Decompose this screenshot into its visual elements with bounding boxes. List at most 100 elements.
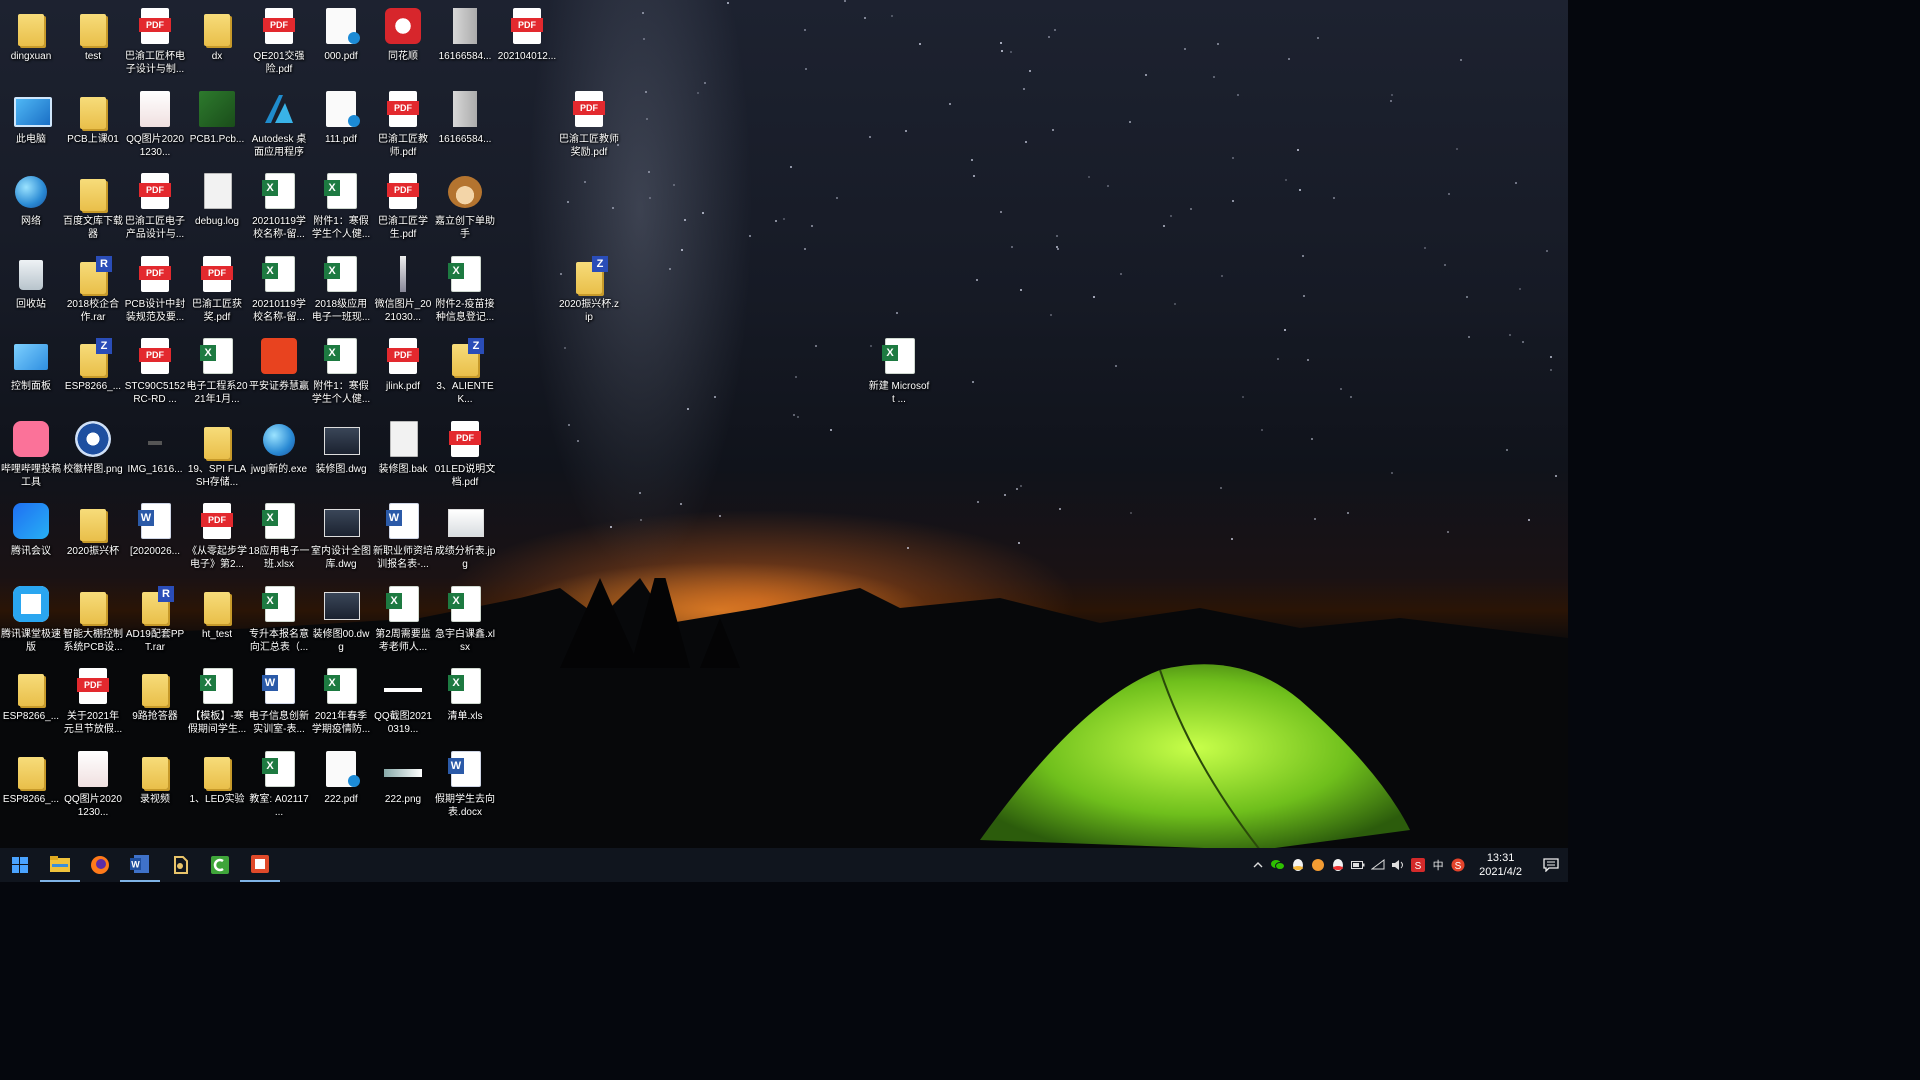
desktop-icon[interactable]: PDF PCB设计中封装规范及要... [124,252,186,324]
desktop-icon[interactable]: 16166584... [434,87,496,146]
desktop-icon[interactable]: PDF 巴渝工匠学生.pdf [372,169,434,241]
desktop-icon[interactable]: PDF QE201交强险.pdf [248,4,310,76]
desktop-icon[interactable]: 222.pdf [310,747,372,806]
desktop-icon[interactable]: 装修图.dwg [310,417,372,476]
desktop-icon[interactable]: X 20210119学校名称-留... [248,252,310,324]
desktop-icon[interactable]: 腾讯课堂极速版 [0,582,62,654]
desktop-icon[interactable]: 室内设计全图库.dwg [310,499,372,571]
desktop-icon[interactable]: test [62,4,124,63]
desktop-icon[interactable]: 录视频 [124,747,186,806]
desktop-icon[interactable]: Z 3、ALIENTEK... [434,334,496,406]
desktop-icon[interactable]: W 假期学生去向表.docx [434,747,496,819]
app-button-3[interactable] [240,848,280,882]
qq-icon-2[interactable] [1331,858,1345,872]
app-button-2[interactable] [200,848,240,882]
desktop-icon[interactable]: 装修图00.dwg [310,582,372,654]
desktop-icon[interactable]: W 新职业师资培训报名表-... [372,499,434,571]
desktop-icon[interactable]: X 急宇白课鑫.xlsx [434,582,496,654]
desktop-icon[interactable]: PDF 关于2021年元旦节放假... [62,664,124,736]
start-button[interactable] [0,848,40,882]
desktop-icon[interactable]: 9路抢答器 [124,664,186,723]
file-explorer-button[interactable] [40,848,80,882]
desktop-icon[interactable]: 哔哩哔哩投稿工具 [0,417,62,489]
firefox-button[interactable] [80,848,120,882]
input-method-icon[interactable]: S [1411,858,1426,872]
desktop-icon[interactable]: X 附件1：寒假学生个人健... [310,334,372,406]
desktop-icon[interactable]: debug.log [186,169,248,228]
app-button-1[interactable] [160,848,200,882]
desktop-icon[interactable]: 此电脑 [0,87,62,146]
desktop-icon[interactable]: 回收站 [0,252,62,311]
desktop-icon[interactable]: 平安证券慧赢 [248,334,310,393]
clock[interactable]: 13:31 2021/4/2 [1479,851,1522,879]
desktop-icon[interactable]: PDF 巴渝工匠教师.pdf [372,87,434,159]
wechat-icon[interactable] [1271,858,1286,872]
desktop-icon[interactable]: X 新建 Microsoft ... [868,334,930,406]
word-button[interactable]: W [120,848,160,882]
desktop-icon[interactable]: PDF jlink.pdf [372,334,434,393]
desktop-icon[interactable]: X 专升本报名意向汇总表（... [248,582,310,654]
volume-icon[interactable] [1391,858,1405,872]
desktop-icon[interactable]: dingxuan [0,4,62,63]
desktop-icon[interactable]: Autodesk 桌面应用程序 [248,87,310,159]
desktop-icon[interactable]: 百度文库下载器 [62,169,124,241]
chevron-up-icon[interactable] [1251,858,1265,872]
desktop-icon[interactable]: ht_test [186,582,248,641]
wifi-icon[interactable] [1371,858,1385,872]
app-tray-icon[interactable] [1311,858,1325,872]
desktop-icon[interactable]: X 清单.xls [434,664,496,723]
desktop-icon[interactable]: ESP8266_... [0,747,62,806]
desktop-icon[interactable]: 嘉立创下单助手 [434,169,496,241]
desktop-icon[interactable]: PDF 巴渝工匠杯电子设计与制... [124,4,186,76]
desktop-icon[interactable]: 222.png [372,747,434,806]
desktop-icon[interactable]: PCB1.Pcb... [186,87,248,146]
desktop-icon[interactable]: X 2018级应用电子一班现... [310,252,372,324]
desktop-icon[interactable]: 16166584... [434,4,496,63]
desktop-icon[interactable]: 微信图片_2021030... [372,252,434,324]
desktop-icon[interactable]: QQ图片20201230... [62,747,124,819]
desktop-icon[interactable]: R 2018校企合作.rar [62,252,124,324]
desktop-icon[interactable]: Z ESP8266_... [62,334,124,393]
desktop-icon[interactable]: 2020振兴杯 [62,499,124,558]
desktop-icon[interactable]: PDF 巴渝工匠获奖.pdf [186,252,248,324]
desktop-icon[interactable]: 装修图.bak [372,417,434,476]
desktop-icon[interactable]: IMG_1616... [124,417,186,476]
desktop-icon[interactable]: QQ截图20210319... [372,664,434,736]
desktop-icon[interactable]: PDF 巴渝工匠电子产品设计与... [124,169,186,241]
desktop-icon[interactable]: PDF 巴渝工匠教师奖励.pdf [558,87,620,159]
desktop-icon[interactable]: X 【模板】-寒假期间学生... [186,664,248,736]
desktop-icon[interactable]: PDF 《从零起步学电子》第2... [186,499,248,571]
desktop-icon[interactable]: 1、LED实验 [186,747,248,806]
desktop-icon[interactable]: X 教室: A02117 ... [248,747,310,819]
action-center-button[interactable] [1534,848,1568,882]
desktop-icon[interactable]: W [2020026... [124,499,186,558]
desktop-icon[interactable]: 111.pdf [310,87,372,146]
qq-icon[interactable] [1291,858,1305,872]
desktop-icon[interactable]: R AD19配套PPT.rar [124,582,186,654]
desktop-icon[interactable]: QQ图片20201230... [124,87,186,159]
desktop-icon[interactable]: PDF STC90C5152RC-RD ... [124,334,186,406]
desktop-icon[interactable]: ESP8266_... [0,664,62,723]
desktop-icon[interactable]: 网络 [0,169,62,228]
desktop-icon[interactable]: X 2021年春季学期疫情防... [310,664,372,736]
desktop-icon[interactable]: X 附件2-疫苗接种信息登记... [434,252,496,324]
desktop-icon[interactable]: 智能大棚控制系统PCB设... [62,582,124,654]
ime-language-indicator[interactable]: 中 [1431,858,1445,872]
desktop-icon[interactable]: 000.pdf [310,4,372,63]
desktop-icon[interactable]: 腾讯会议 [0,499,62,558]
desktop-icon[interactable]: W 电子信息创新实训室-表... [248,664,310,736]
desktop-icon[interactable]: 19、SPI FLASH存储... [186,417,248,489]
desktop-icon[interactable]: PCB上课01 [62,87,124,146]
desktop-icon[interactable]: PDF 202104012... [496,4,558,63]
desktop-icon[interactable]: X 第2周需要监考老师人... [372,582,434,654]
desktop-icon[interactable]: dx [186,4,248,63]
desktop-icon[interactable]: Z 2020振兴杯.zip [558,252,620,324]
desktop-icon[interactable]: PDF 01LED说明文档.pdf [434,417,496,489]
desktop-icon[interactable]: X 20210119学校名称-留... [248,169,310,241]
desktop-icon[interactable]: 校徽样图.png [62,417,124,476]
desktop-icon[interactable]: X 电子工程系2021年1月... [186,334,248,406]
sogou-icon[interactable]: S [1451,858,1465,872]
desktop-icon[interactable]: 控制面板 [0,334,62,393]
desktop-icon[interactable]: 同花顺 [372,4,434,63]
desktop-icon[interactable]: X 附件1：寒假学生个人健... [310,169,372,241]
